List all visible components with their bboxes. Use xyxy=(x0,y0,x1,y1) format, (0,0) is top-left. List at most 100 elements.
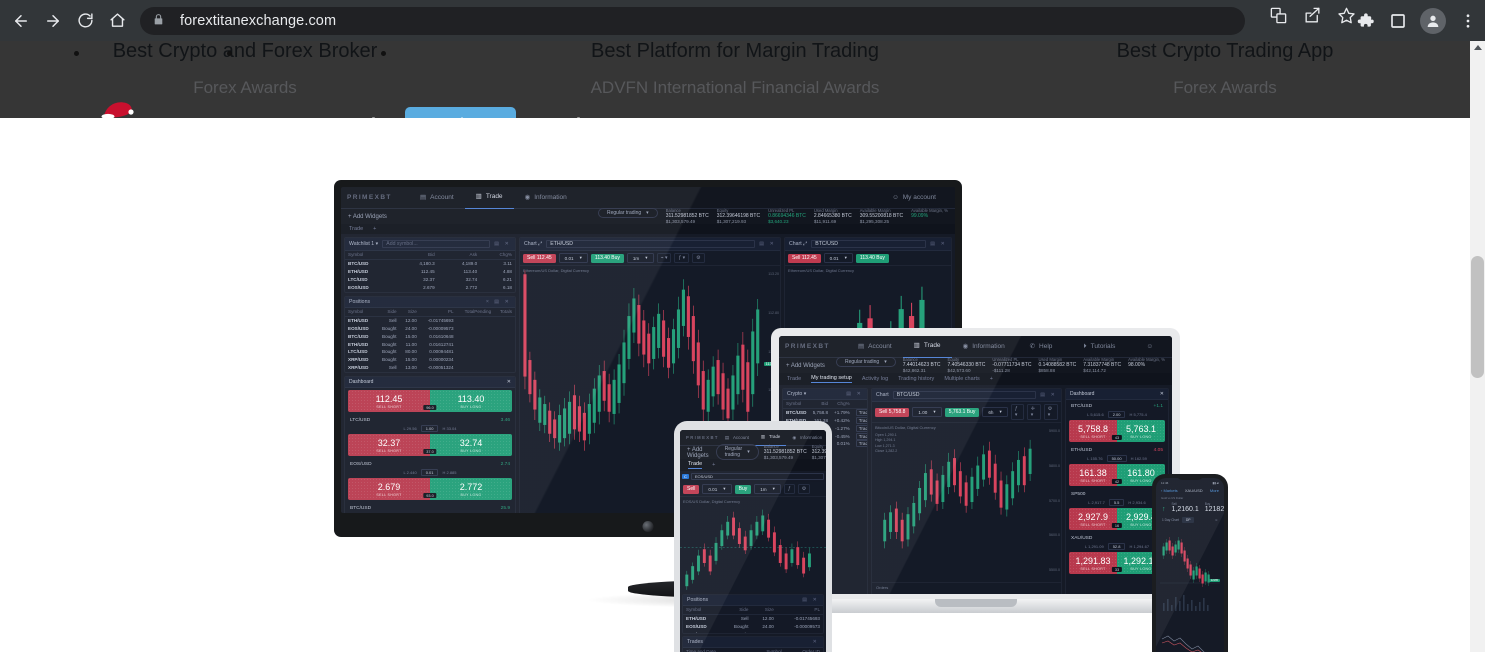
chart-symbol-input[interactable]: EOS/USD xyxy=(690,473,824,480)
crosshair-icon[interactable]: ✛ ▾ xyxy=(1026,404,1041,420)
carousel-dot[interactable] xyxy=(227,51,233,56)
chart-sell-button[interactable]: Sell 112.45 xyxy=(788,253,821,263)
table-row[interactable]: BTC/USD 5,758.8 +1.79% Trade xyxy=(783,408,867,417)
table-row[interactable]: BTC/USDBought15.000.01610648 xyxy=(683,630,823,633)
subtab-multiple-charts[interactable]: Multiple charts xyxy=(944,376,979,382)
chart-qty-input[interactable]: 0.01 ▾ xyxy=(702,484,732,494)
chart-symbol-input[interactable]: BTC/USD xyxy=(811,240,927,248)
indicators-icon[interactable]: ƒ ▾ xyxy=(674,253,690,263)
back-link[interactable]: ‹ Markets xyxy=(1161,488,1178,493)
add-widgets-button[interactable]: + Add Widgets xyxy=(348,214,387,220)
santa-hat-logo-icon[interactable] xyxy=(100,98,136,120)
chart-symbol-input[interactable]: ETH/USD xyxy=(546,240,756,248)
table-row[interactable]: EOS/USDBought16.000.00000285 xyxy=(345,371,515,372)
address-bar[interactable]: forextitanexchange.com xyxy=(140,6,1245,35)
three-dot-menu-icon[interactable] xyxy=(1457,10,1479,32)
table-row[interactable]: ETH/USD Sell 12.00 -0.01745693 xyxy=(345,316,515,324)
trading-mode-select[interactable]: Regular trading ▾ xyxy=(715,443,759,460)
panel-controls[interactable]: ▤ ✕ xyxy=(1040,392,1057,398)
subtab-trade[interactable]: Trade xyxy=(349,226,363,232)
profile-avatar-icon[interactable] xyxy=(1420,7,1446,34)
sell-tile[interactable]: 112.45 SELL SHORT xyxy=(348,390,430,412)
table-row[interactable]: EOS/USD 2.679 2.772 6.18 xyxy=(345,283,515,291)
trade-button[interactable]: Trade xyxy=(855,424,867,432)
buy-tile[interactable]: 113.40 BUY LONG xyxy=(430,390,512,412)
timeframe-select[interactable]: 1m ▾ xyxy=(754,484,781,494)
reload-icon[interactable] xyxy=(70,6,100,36)
person-icon[interactable]: ☺ xyxy=(1215,518,1218,522)
trade-button[interactable]: Trade xyxy=(855,432,867,440)
buy-tile[interactable]: 32.74 BUY LONG xyxy=(430,434,512,456)
table-row[interactable]: ETH/USD Bought 11.00 0.01612741 xyxy=(345,340,515,348)
tile-qty-input[interactable]: 0.01 xyxy=(420,469,439,476)
table-row[interactable]: BTC/USD 4,180.3 4,189.0 3.11 xyxy=(345,259,515,267)
chart-buy-button[interactable]: 113.40 Buy xyxy=(855,253,889,263)
panel-controls[interactable]: ▤ ✕ xyxy=(759,241,776,247)
scroll-up-arrow-icon[interactable] xyxy=(1474,45,1482,50)
subtab-my-trading-setup[interactable]: My trading setup xyxy=(811,375,852,383)
add-subtab-button[interactable]: + xyxy=(373,226,376,232)
timeframe-select[interactable]: 6h ▾ xyxy=(982,407,1008,417)
extensions-puzzle-icon[interactable] xyxy=(1354,10,1376,32)
add-subtab-button[interactable]: + xyxy=(712,462,715,468)
my-account-link[interactable]: ☺ My account xyxy=(881,187,947,209)
chart-buy-button[interactable]: 5,763.1 Buy xyxy=(944,407,980,417)
carousel-dot[interactable] xyxy=(74,51,80,56)
table-row[interactable]: ETH/USD Sell 12.00 -0.01745693 xyxy=(683,614,823,622)
tile-qty-input[interactable]: 1.00 xyxy=(420,425,439,432)
chart-qty-input[interactable]: 0.01 ▾ xyxy=(823,253,853,263)
chart-qty-input[interactable]: 0.01 ▾ xyxy=(558,253,588,263)
app-tab-account[interactable]: ▤ Account xyxy=(409,187,465,209)
timeframe-select[interactable]: 1m ▾ xyxy=(626,253,654,263)
settings-gear-icon[interactable]: ⚙ xyxy=(797,484,811,494)
subtab-activity-log[interactable]: Activity log xyxy=(862,376,888,382)
table-row[interactable]: EOS/USD Bought 24.00 -0.00009573 xyxy=(683,623,823,631)
tile-qty-input[interactable]: 52.8 xyxy=(1107,543,1126,550)
carousel-dot[interactable] xyxy=(380,51,386,56)
chart-range-label[interactable]: 1 Day Chart xyxy=(1162,518,1179,522)
sell-tile[interactable]: 2.679 SELL SHORT xyxy=(348,478,430,500)
chart-sell-button[interactable]: Sell 5,758.8 xyxy=(875,407,910,417)
table-row[interactable]: LTC/USD Bought 80.00 0.00094481 xyxy=(345,348,515,356)
settings-gear-icon[interactable]: ⚙ xyxy=(692,253,705,263)
chart-buy-button[interactable]: Buy xyxy=(734,484,752,494)
app-tab-information[interactable]: ◉ Information xyxy=(952,336,1016,358)
panel-controls[interactable]: ▤ ✕ xyxy=(802,597,819,603)
chart-sell-button[interactable]: Sell 112.45 xyxy=(523,253,556,263)
table-row[interactable]: EOS/USD Bought 24.00 -0.00009573 xyxy=(345,325,515,333)
candlestick-chart[interactable]: Bitcoin/US Dollar, Digital Currency Open… xyxy=(872,423,1061,582)
chart-qty-input[interactable]: 1.00 ▾ xyxy=(912,407,942,417)
candlestick-chart[interactable]: EOS/US Dollar, Digital Currency xyxy=(680,497,826,592)
subtab-trade[interactable]: Trade xyxy=(787,376,801,382)
share-icon[interactable] xyxy=(1303,6,1323,26)
buy-tile[interactable]: 5,763.1 BUY LONG xyxy=(1117,420,1165,442)
table-row[interactable]: XRP/USD Bought 15.00 0.00000234 xyxy=(345,356,515,364)
translate-icon[interactable] xyxy=(1269,6,1289,26)
trade-button[interactable]: Trade xyxy=(855,416,867,424)
subtab-trade[interactable]: Trade xyxy=(688,461,703,469)
panel-controls[interactable]: ✕ xyxy=(813,639,819,645)
trading-mode-select[interactable]: Regular trading ▾ xyxy=(597,207,658,218)
sell-tile[interactable]: 161.38 SELL SHORT xyxy=(1069,464,1117,486)
back-arrow-icon[interactable] xyxy=(6,6,36,36)
profile-icon[interactable]: ☺ xyxy=(1135,336,1164,358)
indicators-icon[interactable]: ƒ xyxy=(783,484,795,494)
phone-buy-quote[interactable]: Buy 12182.5 xyxy=(1205,502,1224,513)
close-icon[interactable]: ✕ xyxy=(507,379,511,385)
sell-tile[interactable]: 32.37 SELL SHORT xyxy=(348,434,430,456)
crypto-title[interactable]: Crypto ▾ xyxy=(787,391,806,397)
app-tab-trade[interactable]: ▥ Trade xyxy=(464,187,514,209)
home-icon[interactable] xyxy=(102,6,132,36)
chart-symbol-input[interactable]: BTC/USD xyxy=(892,391,1037,399)
chart-buy-button[interactable]: 113.40 Buy xyxy=(590,253,624,263)
sell-tile[interactable]: 2,927.9 SELL SHORT xyxy=(1069,508,1117,530)
panel-controls[interactable]: ▤ ✕ xyxy=(846,391,863,397)
app-tab-account[interactable]: ▤ Account xyxy=(847,336,903,358)
indicators-icon[interactable]: ƒ ▾ xyxy=(1010,404,1024,420)
settings-gear-icon[interactable]: ⚙ ▾ xyxy=(1043,404,1058,420)
chart-sell-button[interactable]: Sell xyxy=(683,484,700,494)
trading-mode-select[interactable]: Regular trading ▾ xyxy=(836,356,896,367)
table-row[interactable]: XRP/USD Sell 13.00 -0.00051324 xyxy=(345,363,515,371)
add-widgets-button[interactable]: + Add Widgets xyxy=(687,447,709,459)
add-symbol-input[interactable]: Add symbol... xyxy=(382,240,491,248)
